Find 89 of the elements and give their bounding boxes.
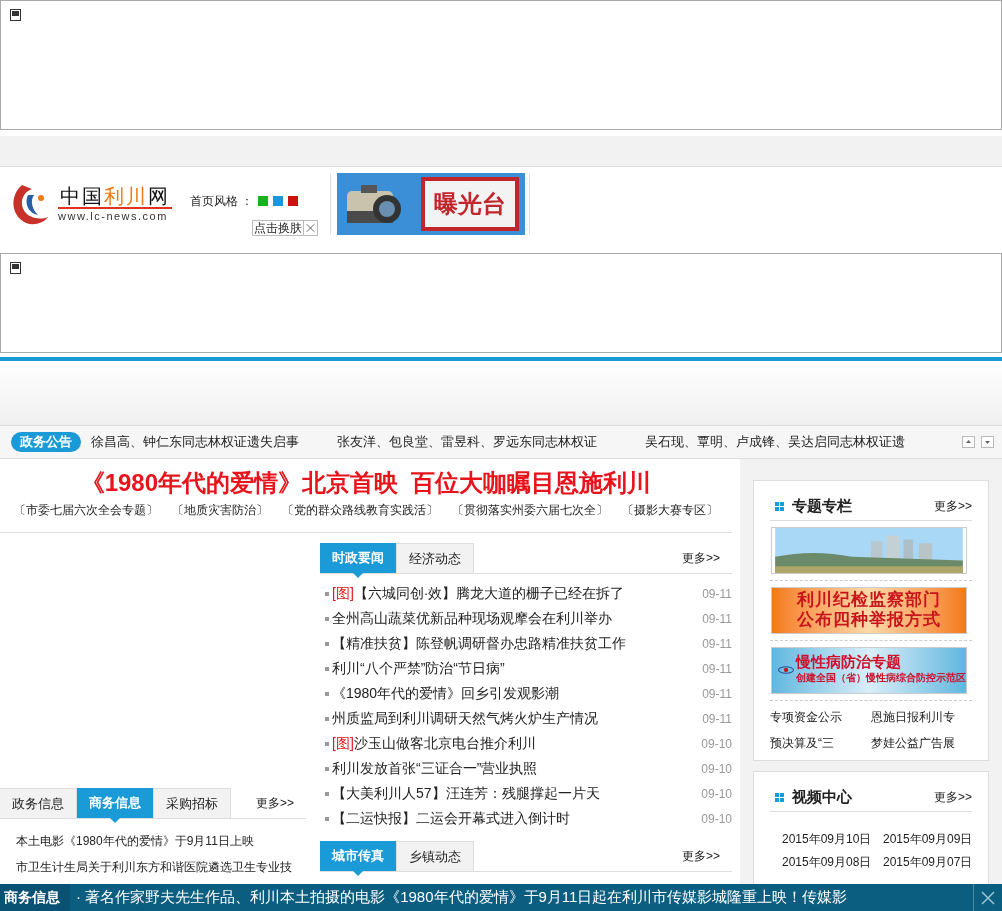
bullet-icon [325, 691, 329, 696]
news-date: 09-11 [702, 585, 732, 603]
news-link[interactable]: 【二运快报】二运会开幕式进入倒计时 [332, 808, 570, 829]
banner-text: 利川纪检监察部门 [797, 590, 941, 610]
more-link[interactable]: 更多>> [682, 847, 720, 865]
notice-link[interactable]: 徐昌高、钟仁东同志林权证遗失启事 [91, 432, 337, 452]
notice-badge: 政务公告 [11, 432, 81, 452]
close-icon[interactable] [980, 889, 996, 906]
news-link[interactable]: 本土电影《1980年代的爱情》于9月11日上映 [16, 828, 306, 854]
ticker-label: 商务信息 [0, 884, 70, 911]
news-date: 09-11 [702, 610, 732, 628]
banner-text: 慢性病防治专题 [796, 654, 902, 670]
plugin-icon [10, 9, 21, 21]
banner-caption: 曝光台 [434, 191, 507, 216]
logo-title: 中国利川 网 [58, 184, 172, 209]
pointer-icon [353, 871, 363, 876]
news-link[interactable]: 利川发放首张“三证合一”营业执照 [332, 758, 538, 779]
video-link[interactable]: 2015年09月07日 [883, 853, 973, 871]
news-link[interactable]: 利川“八个严禁”防治“节日病” [332, 658, 505, 679]
topic-link[interactable]: 〔摄影大赛专区〕 [622, 501, 718, 519]
topic-link[interactable]: 〔市委七届六次全会专题〕 [14, 501, 158, 519]
news-date: 09-11 [702, 635, 732, 653]
more-link[interactable]: 更多>> [682, 549, 720, 567]
topic-link[interactable]: 梦娃公益广告展 [871, 729, 972, 756]
report-banner[interactable]: 利川纪检监察部门 公布四种举报方式 [771, 586, 967, 634]
section-title: 专题专栏 [792, 496, 852, 516]
news-link[interactable]: 【大美利川人57】汪连芳：残腿撑起一片天 [332, 783, 600, 804]
video-link[interactable]: 2015年09月08日 [782, 853, 872, 871]
video-link[interactable]: 2015年09月10日 [782, 830, 872, 848]
scroll-up-icon[interactable] [962, 436, 975, 448]
skin-swatch[interactable] [273, 195, 284, 206]
news-date: 09-10 [701, 785, 732, 803]
news-link[interactable]: 州质监局到利川调研天然气烤火炉生产情况 [332, 708, 598, 729]
news-link[interactable]: [图]【六城同创·效】腾龙大道的栅子已经在拆了 [332, 583, 625, 604]
news-link[interactable]: 全州高山蔬菜优新品种现场观摩会在利川举办 [332, 608, 612, 629]
close-icon[interactable] [303, 221, 317, 235]
news-date: 09-11 [702, 710, 732, 728]
news-link[interactable]: 市卫生计生局关于利川东方和谐医院遴选卫生专业技 [16, 854, 306, 880]
logo-url: www.lc-news.com [58, 208, 168, 223]
plugin-icon [10, 262, 21, 274]
topic-link[interactable]: 〔党的群众路线教育实践活〕 [282, 501, 438, 519]
bullet-icon [325, 816, 329, 821]
bullet-icon [325, 591, 329, 596]
topic-link[interactable]: 〔贯彻落实州委六届七次全〕 [452, 501, 608, 519]
pointer-icon [110, 818, 120, 823]
tab[interactable]: 乡镇动态 [397, 841, 474, 871]
topic-link[interactable]: 专项资金公示 [770, 703, 871, 730]
tooltip-text: 点击换肤 [253, 221, 303, 235]
bullet-icon [325, 791, 329, 796]
grid-icon [775, 501, 784, 511]
exposure-banner[interactable]: 曝光台 [337, 172, 526, 235]
more-link[interactable]: 更多>> [934, 497, 972, 516]
notice-link[interactable]: 张友洋、包良堂、雷昱科、罗远东同志林权证 [337, 432, 645, 452]
ticker-text: · 著名作家野夫先生作品、利川本土拍摄的电影《1980年代的爱情》于9月11日起在利川市传媒影城隆重上映！传媒影 [76, 887, 848, 908]
tab[interactable]: 经济动态 [397, 543, 474, 573]
topic-link[interactable]: 〔地质灾害防治〕 [172, 501, 268, 519]
news-date: 09-10 [701, 810, 732, 828]
bullet-icon [325, 716, 329, 721]
tab[interactable]: 政务信息 [0, 788, 77, 818]
topic-link[interactable]: 预决算及“三 [770, 729, 871, 756]
pointer-icon [353, 573, 363, 578]
topic-link[interactable]: 恩施日报利川专 [871, 703, 972, 730]
bullet-icon [325, 666, 329, 671]
headline-link[interactable]: 《1980年代的爱情》北京首映 百位大咖瞩目恩施利川 [80, 468, 652, 498]
news-date: 09-10 [701, 760, 732, 778]
skin-swatch[interactable] [288, 195, 299, 206]
skin-swatch[interactable] [258, 195, 269, 206]
video-link[interactable]: 2015年09月09日 [883, 830, 973, 848]
news-link[interactable]: 《1980年代的爱情》回乡引发观影潮 [332, 683, 560, 704]
news-link[interactable]: [图]沙玉山做客北京电台推介利川 [332, 733, 536, 754]
notice-link[interactable]: 吴石现、覃明、卢成锋、吴达启同志林权证遗 [645, 432, 945, 452]
scroll-down-icon[interactable] [981, 436, 994, 448]
health-banner[interactable]: 慢性病防治专题 创建全国（省）慢性病综合防控示范区 [771, 646, 967, 694]
news-date: 09-10 [701, 735, 732, 753]
skin-label: 首页风格 ： [190, 192, 254, 210]
bullet-icon [325, 741, 329, 746]
banner-text: 公布四种举报方式 [797, 610, 941, 630]
bullet-icon [325, 766, 329, 771]
section-title: 视频中心 [792, 787, 852, 807]
news-date: 09-11 [702, 660, 732, 678]
bullet-icon [325, 641, 329, 646]
news-link[interactable]: 【精准扶贫】陈登帆调研督办忠路精准扶贫工作 [332, 633, 626, 654]
grid-icon [775, 792, 784, 802]
news-date: 09-11 [702, 685, 732, 703]
bullet-icon [325, 616, 329, 621]
more-link[interactable]: 更多>> [256, 794, 294, 812]
more-link[interactable]: 更多>> [934, 788, 972, 807]
banner-text: 创建全国（省）慢性病综合防控示范区 [796, 671, 966, 685]
tab[interactable]: 采购招标 [154, 788, 231, 818]
